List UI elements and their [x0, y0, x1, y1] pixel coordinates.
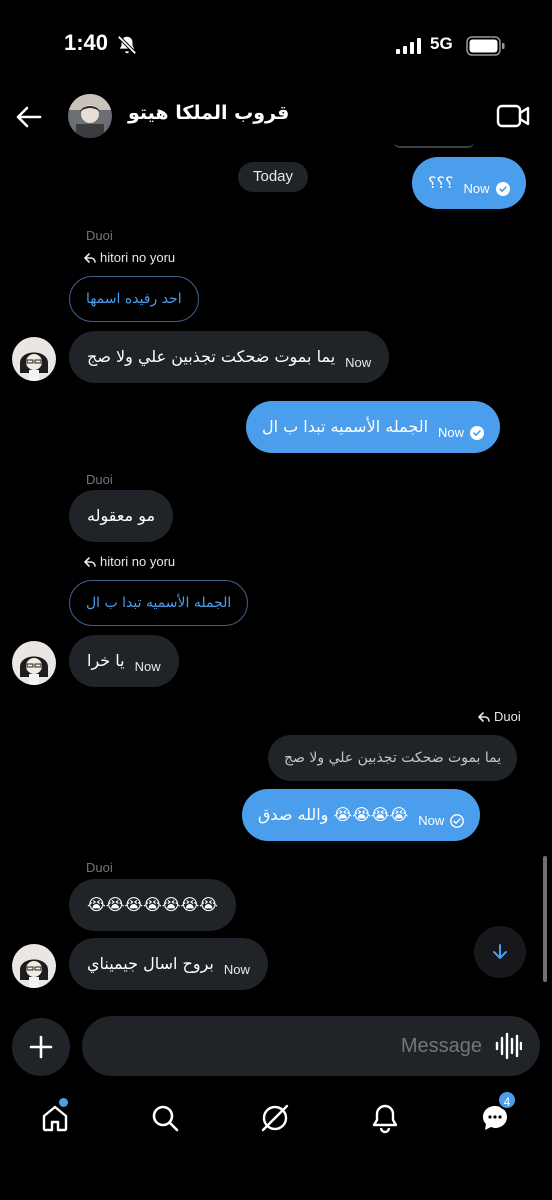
sender-name: Duoi [86, 228, 113, 243]
message-outgoing[interactable]: والله صدق 😭😭😭😭 Now [242, 789, 481, 841]
voice-message-icon[interactable] [494, 1032, 522, 1060]
home-icon [42, 1105, 68, 1132]
nav-home[interactable] [35, 1098, 75, 1138]
plus-icon [29, 1035, 53, 1059]
message-time: Now [438, 425, 465, 440]
reply-indicator: hitori no yoru [84, 250, 175, 265]
message-text: يا خرا [87, 651, 125, 670]
message-time: Now [463, 181, 490, 196]
search-icon [152, 1105, 179, 1132]
read-check-icon [495, 182, 510, 196]
status-time: 1:40 [64, 30, 109, 55]
message-text: ؟؟؟ [428, 173, 454, 192]
scroll-to-bottom-button[interactable] [474, 926, 526, 978]
group-avatar[interactable] [68, 94, 112, 138]
message-incoming[interactable]: بروح اسال جيميناي Now [69, 938, 268, 990]
message-text: الجمله الأسميه تبدا ب ال [262, 417, 429, 436]
sender-avatar[interactable] [12, 337, 56, 381]
reply-to-name: Duoi [494, 709, 521, 724]
message-input[interactable] [102, 1028, 482, 1064]
message-text: والله صدق 😭😭😭😭 [258, 805, 409, 824]
message-time: Now [345, 355, 372, 370]
battery-icon [466, 36, 505, 56]
add-attachment-button[interactable] [12, 1018, 70, 1076]
reply-to-name: hitori no yoru [100, 554, 176, 569]
notification-dot [59, 1098, 68, 1107]
message-incoming[interactable]: 😭😭😭😭😭😭😭 [69, 879, 236, 931]
message-outgoing[interactable]: الجمله الأسميه تبدا ب ال Now [246, 401, 501, 453]
nav-grok[interactable] [255, 1098, 295, 1138]
bell-icon [372, 1104, 398, 1134]
status-bar: 1:40 5G [0, 0, 552, 90]
nav-search[interactable] [145, 1098, 185, 1138]
quoted-message[interactable]: يما بموت ضحكت تجذبين علي ولا صج [268, 735, 518, 781]
home-indicator [186, 1184, 366, 1190]
reply-indicator: hitori no yoru [84, 554, 175, 569]
message-composer [82, 1016, 540, 1076]
message-text: 😭😭😭😭😭😭😭 [87, 895, 218, 914]
message-time: Now [418, 813, 445, 828]
chat-title[interactable]: قروب الملكا هيتو [128, 102, 289, 124]
message-text: بروح اسال جيميناي [87, 954, 214, 973]
message-text: مو معقوله [87, 506, 156, 525]
message-incoming[interactable]: يما بموت ضحكت تجذبين علي ولا صج Now [69, 331, 390, 383]
message-outgoing[interactable]: ؟؟؟ Now [412, 157, 526, 209]
back-arrow-icon[interactable] [12, 100, 46, 134]
video-call-icon[interactable] [496, 102, 530, 130]
quoted-message[interactable]: احد رفيده اسمها [69, 276, 199, 322]
chat-header: قروب الملكا هيتو [0, 88, 552, 148]
scrollbar[interactable] [543, 856, 547, 982]
bottom-navigation: 4 [0, 1090, 552, 1150]
sender-name: Duoi [86, 860, 113, 875]
message-incoming[interactable]: مو معقوله [69, 490, 174, 542]
nav-messages[interactable]: 4 [475, 1090, 517, 1138]
bell-off-icon [117, 35, 137, 55]
messages-badge: 4 [497, 1090, 517, 1110]
nav-notifications[interactable] [365, 1098, 405, 1138]
arrow-down-icon [493, 944, 507, 959]
message-text: يما بموت ضحكت تجذبين علي ولا صج [87, 347, 336, 366]
reply-to-name: hitori no yoru [100, 250, 176, 265]
network-type: 5G [430, 34, 453, 53]
message-time: Now [134, 659, 161, 674]
scrolled-bubble-edge [394, 142, 474, 148]
read-check-icon [470, 426, 485, 440]
sender-avatar[interactable] [12, 944, 56, 988]
sender-avatar[interactable] [12, 641, 56, 685]
quoted-message[interactable]: الجمله الأسميه تبدا ب ال [69, 580, 249, 626]
grok-icon [261, 1104, 289, 1132]
message-time: Now [223, 962, 250, 977]
signal-icon [396, 38, 421, 54]
reply-indicator: Duoi [478, 709, 521, 724]
reply-arrow-icon [84, 252, 96, 263]
reply-arrow-icon [478, 711, 490, 722]
day-separator: Today [238, 162, 309, 192]
reply-arrow-icon [84, 556, 96, 567]
sender-name: Duoi [86, 472, 113, 487]
message-incoming[interactable]: يا خرا Now [69, 635, 179, 687]
sent-check-icon [450, 814, 465, 828]
